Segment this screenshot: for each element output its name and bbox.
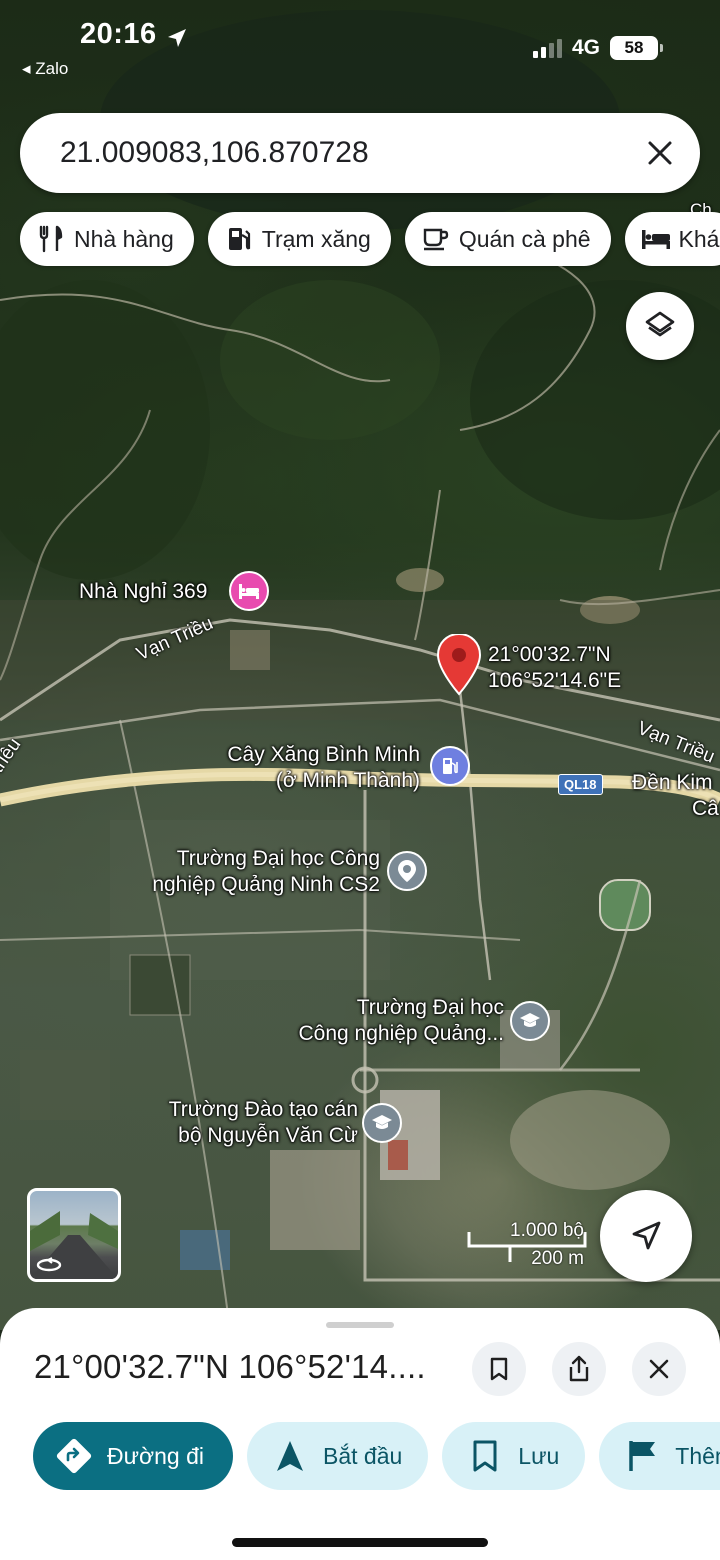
back-app-label: Zalo: [35, 59, 69, 78]
pin-coords-label: 21°00'32.7"N 106°52'14.6"E: [488, 642, 621, 694]
location-arrow-icon: [168, 29, 186, 47]
poi-label-truong-cn-cs2[interactable]: Trường Đại học Công nghiệp Quảng Ninh CS…: [126, 846, 380, 898]
place-poi-icon[interactable]: [387, 851, 427, 891]
poi-label-truong-cn-cs2-line2: nghiệp Quảng Ninh CS2: [152, 873, 380, 896]
share-button[interactable]: [552, 1342, 606, 1396]
pin-coords-lat: 21°00'32.7"N: [488, 643, 611, 666]
gas-station-icon: [224, 224, 254, 254]
chip-label: Trạm xăng: [261, 225, 371, 252]
bookmark-icon: [490, 1357, 508, 1381]
more-button[interactable]: Thêm: [599, 1422, 720, 1490]
back-to-app[interactable]: ◂ Zalo: [22, 59, 68, 79]
poi-label-truong-dt-line1: Trường Đào tạo cán: [168, 1098, 358, 1121]
place-actions: Đường đi Bắt đầu Lưu Thêm: [33, 1422, 720, 1490]
poi-label-cay-xang-line2: (ở Minh Thành): [275, 769, 420, 792]
directions-button[interactable]: Đường đi: [33, 1422, 233, 1490]
rotate-360-icon: [36, 1257, 62, 1272]
close-icon[interactable]: [642, 135, 678, 171]
street-view-thumbnail[interactable]: [27, 1188, 121, 1282]
battery-icon: 58: [610, 36, 663, 60]
directions-label: Đường đi: [107, 1442, 204, 1469]
save-label: Lưu: [518, 1442, 560, 1469]
chip-restaurants[interactable]: Nhà hàng: [20, 212, 194, 266]
share-icon: [569, 1355, 589, 1382]
map-scale: 1.000 bộ 200 m: [466, 1218, 586, 1274]
status-icons: 4G 58: [532, 36, 663, 60]
place-title: 21°00'32.7"N 106°52'14....: [34, 1348, 426, 1385]
save-action-button[interactable]: Lưu: [442, 1422, 586, 1490]
chip-label: Khá: [678, 225, 720, 252]
back-chevron-icon: ◂: [22, 59, 36, 78]
map-canvas[interactable]: 21°00'32.7"N 106°52'14.6"E Nhà Nghỉ 369 …: [0, 0, 720, 1330]
category-chips: Nhà hàng Trạm xăng Quán cà phê Khá: [20, 212, 720, 266]
directions-icon: [55, 1437, 93, 1475]
poi-label-cay-xang[interactable]: Cây Xăng Bình Minh (ở Minh Thành): [208, 742, 420, 794]
poi-label-truong-cn-cs2-line1: Trường Đại học Công: [176, 847, 380, 870]
search-input[interactable]: 21.009083,106.870728: [60, 136, 642, 170]
poi-label-den-kim-line2: Câ: [692, 797, 719, 820]
battery-level: 58: [624, 38, 644, 57]
cellular-signal-icon: [532, 38, 562, 58]
my-location-button[interactable]: [600, 1190, 692, 1282]
flag-icon: [623, 1437, 661, 1475]
start-button[interactable]: Bắt đầu: [247, 1422, 429, 1490]
search-bar[interactable]: 21.009083,106.870728: [20, 113, 700, 193]
chip-hotels[interactable]: Khá: [624, 212, 720, 266]
layers-button[interactable]: [626, 292, 694, 360]
chip-coffee[interactable]: Quán cà phê: [404, 212, 611, 266]
poi-label-den-kim[interactable]: Đền Kim Câ: [632, 770, 719, 822]
gas-station-poi-icon[interactable]: [430, 746, 470, 786]
start-label: Bắt đầu: [323, 1442, 403, 1469]
scale-meters: 200 m: [531, 1248, 584, 1269]
navigation-arrow-icon: [632, 1221, 661, 1250]
network-type: 4G: [571, 36, 600, 59]
status-time: 20:16: [80, 18, 157, 50]
poi-label-den-kim-line1: Đền Kim: [632, 771, 713, 794]
pin-coords-lng: 106°52'14.6"E: [488, 669, 622, 692]
place-bottom-sheet[interactable]: 21°00'32.7"N 106°52'14.... Đường đi Bắt …: [0, 1308, 720, 1560]
poi-label-truong-dt[interactable]: Trường Đào tạo cán bộ Nguyễn Văn Cừ: [140, 1097, 358, 1149]
chip-label: Nhà hàng: [74, 225, 174, 252]
coffee-icon: [421, 224, 451, 254]
hotel-poi-icon[interactable]: [229, 571, 269, 611]
highway-shield-ql18: QL18: [558, 774, 603, 795]
chip-gas-stations[interactable]: Trạm xăng: [207, 212, 391, 266]
school-poi-icon[interactable]: [510, 1001, 550, 1041]
poi-label-nha-nghi[interactable]: Nhà Nghỉ 369: [79, 579, 207, 605]
poi-label-truong-cn-line1: Trường Đại học: [356, 996, 504, 1019]
hotel-icon: [641, 224, 671, 254]
close-icon: [649, 1359, 669, 1379]
poi-label-truong-dt-line2: bộ Nguyễn Văn Cừ: [178, 1124, 358, 1147]
poi-label-truong-cn[interactable]: Trường Đại học Công nghiệp Quảng...: [268, 995, 505, 1047]
more-label: Thêm: [675, 1442, 720, 1469]
layers-icon: [645, 311, 675, 337]
school-poi-icon[interactable]: [362, 1103, 402, 1143]
poi-label-cay-xang-line1: Cây Xăng Bình Minh: [227, 743, 420, 766]
navigation-icon: [271, 1437, 309, 1475]
sheet-grabber[interactable]: [326, 1322, 394, 1328]
poi-label-truong-cn-line2: Công nghiệp Quảng...: [298, 1022, 505, 1045]
scale-feet: 1.000 bộ: [510, 1220, 584, 1241]
location-pin-icon[interactable]: [437, 634, 481, 696]
home-indicator[interactable]: [232, 1538, 488, 1547]
bookmark-icon: [466, 1437, 504, 1475]
restaurant-icon: [36, 224, 66, 254]
save-button[interactable]: [472, 1342, 526, 1396]
chip-label: Quán cà phê: [458, 225, 591, 252]
close-sheet-button[interactable]: [632, 1342, 686, 1396]
